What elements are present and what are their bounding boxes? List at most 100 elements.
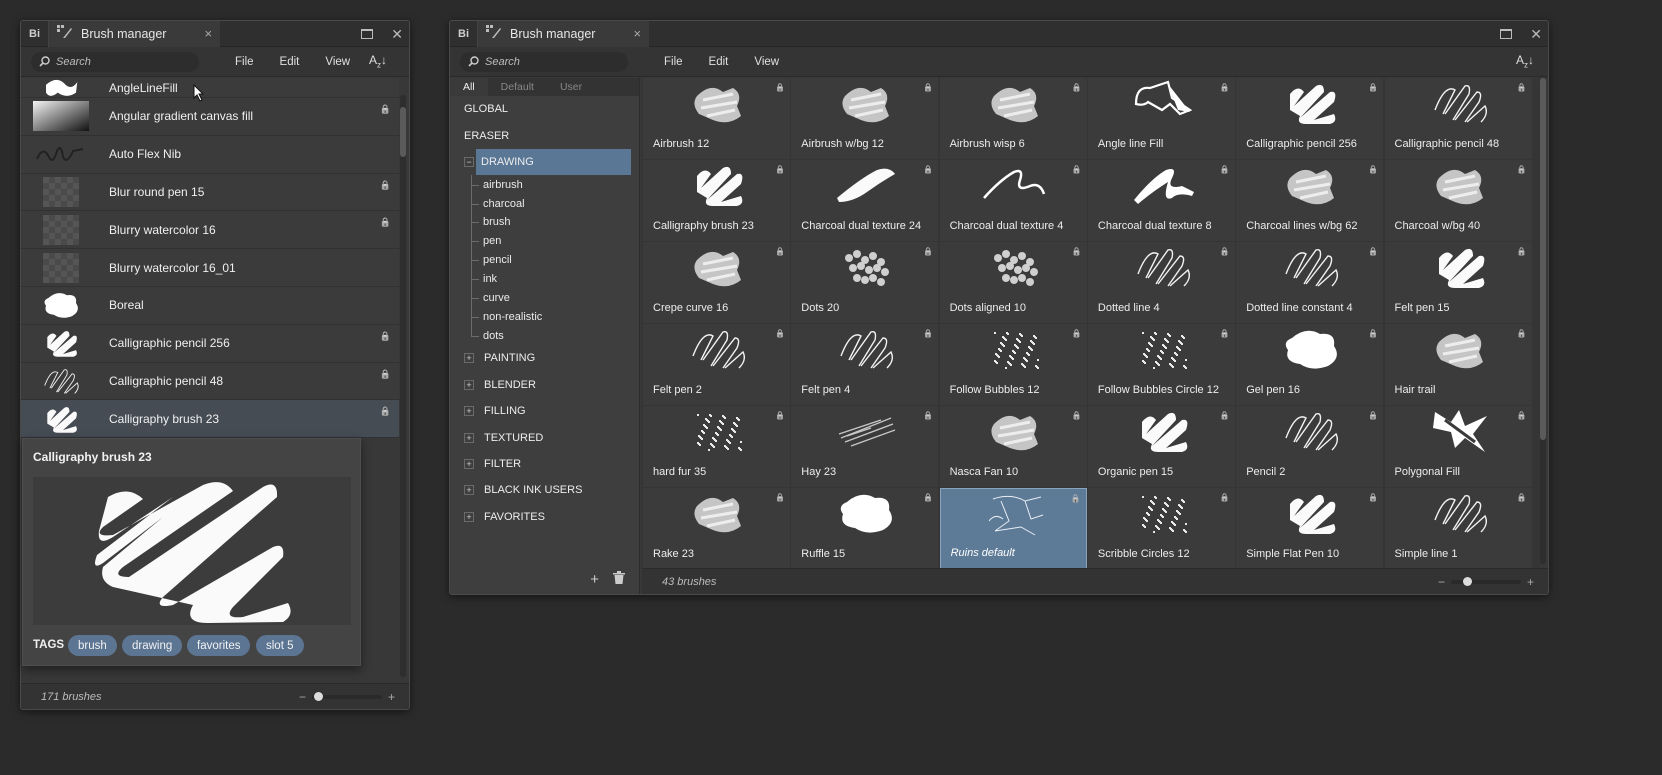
zoom-control[interactable]: − + [1438, 575, 1534, 589]
brush-tile[interactable]: 🔒 Charcoal w/bg 40 [1384, 160, 1532, 241]
brush-tile[interactable]: 🔒 Dots 20 [791, 242, 939, 323]
expand-icon[interactable]: + [464, 353, 474, 364]
tab-all[interactable]: All [450, 78, 488, 96]
title-bar[interactable]: Bi Brush manager × ✕ [450, 21, 1548, 47]
menu-edit[interactable]: Edit [280, 56, 300, 68]
expand-icon[interactable]: + [464, 485, 474, 496]
collapse-icon[interactable]: − [464, 156, 474, 167]
tag-favorites[interactable]: favorites [187, 635, 251, 656]
brush-tile[interactable]: 🔒 Charcoal dual texture 8 [1087, 160, 1235, 241]
brush-tile[interactable]: 🔒 Charcoal lines w/bg 62 [1236, 160, 1384, 241]
scrollbar-thumb[interactable] [400, 107, 406, 157]
close-window-icon[interactable]: ✕ [391, 26, 403, 43]
menu-file[interactable]: File [664, 56, 683, 68]
brush-tile[interactable]: 🔒 Simple line 1 [1384, 488, 1532, 568]
search-box[interactable] [460, 51, 628, 72]
brush-tile[interactable]: 🔒 Airbrush 12 [643, 78, 790, 159]
zoom-out-icon[interactable]: − [1438, 575, 1445, 589]
window-tab[interactable]: Brush manager × [49, 21, 221, 47]
tab-user[interactable]: User [547, 78, 595, 96]
maximize-icon[interactable] [1500, 29, 1513, 39]
category-eraser[interactable]: ERASER [450, 122, 639, 148]
category-item[interactable]: + BLACK INK USERS [450, 477, 639, 503]
sort-button[interactable]: Az↓ [369, 53, 387, 69]
zoom-slider[interactable] [1450, 576, 1521, 586]
list-item[interactable]: AngleLineFill [21, 78, 399, 98]
brush-tile[interactable]: 🔒 Calligraphy brush 23 [643, 160, 790, 241]
brush-tile[interactable]: 🔒 Airbrush w/bg 12 [791, 78, 939, 159]
scrollbar-thumb[interactable] [1540, 78, 1546, 440]
close-window-icon[interactable]: ✕ [1530, 26, 1542, 43]
brush-tile[interactable]: 🔒 Rake 23 [643, 488, 790, 568]
list-item[interactable]: Blur round pen 15 🔒 [21, 173, 399, 212]
category-item[interactable]: + FAVORITES [450, 504, 639, 530]
sort-button[interactable]: Az↓ [1516, 53, 1534, 69]
trash-icon[interactable] [613, 570, 625, 588]
close-tab-icon[interactable]: × [633, 26, 641, 41]
category-drawing[interactable]: − DRAWING [450, 148, 639, 176]
title-bar[interactable]: Bi Brush manager × ✕ [21, 21, 409, 47]
maximize-icon[interactable] [361, 29, 374, 39]
brush-tile[interactable]: 🔒 Airbrush wisp 6 [939, 78, 1087, 159]
brush-tile[interactable]: 🔒 Calligraphic pencil 48 [1384, 78, 1532, 159]
expand-icon[interactable]: + [464, 432, 474, 443]
category-item[interactable]: + FILTER [450, 451, 639, 477]
brush-tile[interactable]: 🔒 Angle line Fill [1087, 78, 1235, 159]
zoom-in-icon[interactable]: + [388, 690, 395, 704]
tag-slot-5[interactable]: slot 5 [256, 635, 304, 656]
tab-default[interactable]: Default [488, 78, 547, 96]
brush-tile[interactable]: 🔒 Polygonal Fill [1384, 406, 1532, 487]
brush-tile[interactable]: 🔒 Ruffle 15 [791, 488, 939, 568]
list-item[interactable]: Boreal [21, 286, 399, 325]
brush-tile[interactable]: 🔒 Follow Bubbles 12 [939, 324, 1087, 405]
expand-icon[interactable]: + [464, 511, 474, 522]
brush-tile[interactable]: 🔒 Charcoal dual texture 24 [791, 160, 939, 241]
category-item[interactable]: + PAINTING [450, 345, 639, 371]
search-input[interactable] [56, 55, 199, 68]
brush-tile[interactable]: 🔒 Pencil 2 [1236, 406, 1384, 487]
list-item[interactable]: Calligraphic pencil 48 🔒 [21, 362, 399, 401]
zoom-in-icon[interactable]: + [1527, 575, 1534, 589]
category-item[interactable]: + TEXTURED [450, 424, 639, 450]
brush-tile[interactable]: 🔒 Follow Bubbles Circle 12 [1087, 324, 1235, 405]
brush-tile[interactable]: 🔒 Scribble Circles 12 [1087, 488, 1235, 568]
menu-file[interactable]: File [235, 56, 254, 68]
category-item[interactable]: + BLENDER [450, 372, 639, 398]
list-item[interactable]: Auto Flex Nib [21, 135, 399, 174]
search-input[interactable] [485, 55, 628, 68]
expand-icon[interactable]: + [464, 458, 474, 469]
brush-tile[interactable]: 🔒 Calligraphic pencil 256 [1236, 78, 1384, 159]
window-tab[interactable]: Brush manager × [478, 21, 650, 47]
list-item[interactable]: Calligraphic pencil 256 🔒 [21, 324, 399, 363]
brush-tile[interactable]: 🔒 Gel pen 16 [1236, 324, 1384, 405]
brush-tile[interactable]: 🔒 Crepe curve 16 [643, 242, 790, 323]
category-item[interactable]: + FILLING [450, 398, 639, 424]
brush-tile[interactable]: 🔒 Organic pen 15 [1087, 406, 1235, 487]
list-item[interactable]: Angular gradient canvas fill 🔒 [21, 98, 399, 136]
expand-icon[interactable]: + [464, 379, 474, 390]
brush-tile[interactable]: 🔒 Felt pen 2 [643, 324, 790, 405]
search-box[interactable] [31, 51, 199, 72]
brush-tile[interactable]: 🔒 Hair trail [1384, 324, 1532, 405]
brush-tile[interactable]: 🔒 Felt pen 15 [1384, 242, 1532, 323]
zoom-slider-knob[interactable] [313, 691, 323, 701]
close-tab-icon[interactable]: × [204, 26, 212, 41]
brush-tile[interactable]: 🔒 hard fur 35 [643, 406, 790, 487]
list-item[interactable]: Calligraphy brush 23 🔒 [21, 400, 399, 439]
tag-brush[interactable]: brush [68, 635, 117, 656]
zoom-out-icon[interactable]: − [299, 690, 306, 704]
zoom-control[interactable]: − + [299, 690, 395, 704]
zoom-slider-knob[interactable] [1462, 576, 1472, 586]
brush-tile[interactable]: 🔒 Hay 23 [791, 406, 939, 487]
list-item[interactable]: Blurry watercolor 16 🔒 [21, 211, 399, 250]
category-global[interactable]: GLOBAL [450, 96, 639, 122]
brush-tile[interactable]: 🔒 Dotted line constant 4 [1236, 242, 1384, 323]
brush-tile[interactable]: 🔒 Nasca Fan 10 [939, 406, 1087, 487]
scrollbar[interactable] [1540, 78, 1546, 564]
tag-drawing[interactable]: drawing [122, 635, 183, 656]
brush-tile[interactable]: 🔒 Dots aligned 10 [939, 242, 1087, 323]
expand-icon[interactable]: + [464, 406, 474, 417]
zoom-slider[interactable] [311, 691, 382, 701]
scrollbar[interactable] [400, 95, 406, 677]
brush-tile[interactable]: 🔒 Simple Flat Pen 10 [1236, 488, 1384, 568]
